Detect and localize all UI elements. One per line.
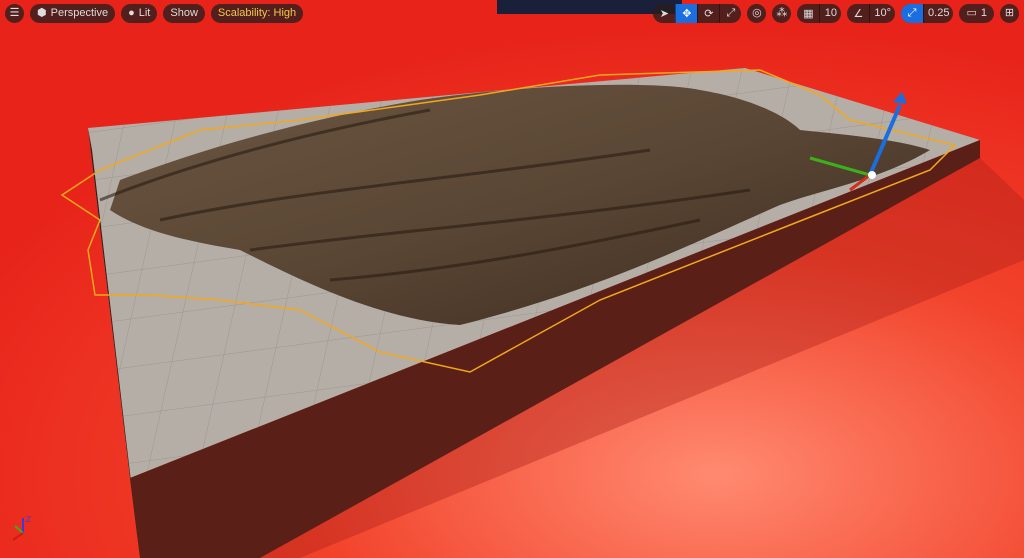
sphere-icon: ● [128,6,135,19]
globe-icon: ◎ [752,6,762,19]
surface-snap-button[interactable]: ⁂ [772,3,792,23]
translate-icon[interactable]: ✥ [675,3,698,23]
rotation-snap[interactable]: ∠ 10° [847,3,896,23]
perspective-button[interactable]: ⬢ Perspective [30,3,116,23]
scalability-button[interactable]: Scalability: High [210,3,304,23]
hamburger-icon: ☰ [9,6,20,19]
world-local-button[interactable]: ◎ [747,3,767,23]
viewport-menu-button[interactable]: ☰ [5,3,24,23]
camera-speed-value: 1 [980,7,987,19]
surface-snap-icon: ⁂ [776,6,788,19]
lit-label: Lit [138,7,151,19]
angle-icon[interactable]: ∠ [847,4,869,23]
grid-icon[interactable]: ▦ [797,4,819,23]
select-icon[interactable]: ➤ [653,4,675,23]
layout-grid-icon: ⊞ [1004,6,1015,19]
cube-icon: ⬢ [37,6,47,19]
svg-text:Z: Z [26,515,31,524]
viewport-toolbar-right: ➤ ✥ ⟳ ⤢ ◎ ⁂ ▦ 10 ∠ 10° ⤢ 0.25 ▭ 1 ⊞ [653,3,1019,23]
scale-snap[interactable]: ⤢ 0.25 [901,3,954,23]
rotation-snap-value[interactable]: 10° [869,3,895,23]
viewport-toolbar-left: ☰ ⬢ Perspective ● Lit Show Scalability: Hi… [5,3,304,23]
scale-snap-value[interactable]: 0.25 [923,3,953,23]
lit-button[interactable]: ● Lit [121,3,158,23]
grid-snap[interactable]: ▦ 10 [797,3,842,23]
perspective-label: Perspective [50,7,109,19]
camera-speed-button[interactable]: ▭ 1 [959,3,994,23]
show-button[interactable]: Show [163,3,205,23]
layout-button[interactable]: ⊞ [1000,3,1019,23]
scale-snap-icon[interactable]: ⤢ [901,3,924,23]
grid-snap-value[interactable]: 10 [819,3,841,23]
scale-icon[interactable]: ⤢ [719,3,741,23]
scalability-label: Scalability: High [217,7,297,19]
camera-icon: ▭ [966,6,977,19]
level-viewport[interactable]: Z ☰ ⬢ Perspective ● Lit Show Scalability: … [0,0,1024,558]
transform-tools: ➤ ✥ ⟳ ⤢ [653,3,742,23]
scene: Z [0,0,1024,558]
rotate-icon[interactable]: ⟳ [697,3,719,23]
show-label: Show [170,7,198,19]
